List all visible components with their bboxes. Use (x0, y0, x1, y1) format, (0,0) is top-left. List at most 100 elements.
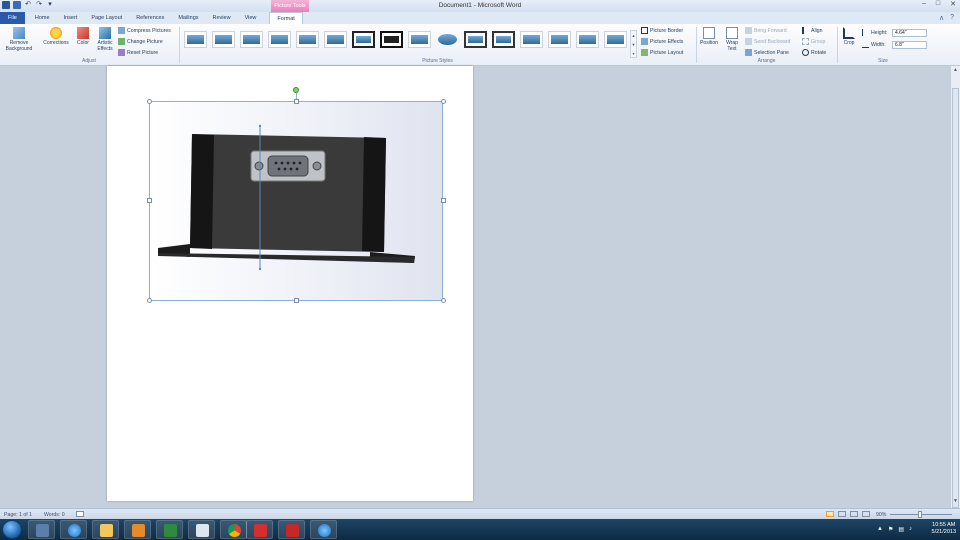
taskbar-app[interactable] (28, 520, 55, 539)
picture-style-thumb[interactable] (408, 31, 431, 48)
bring-forward-button[interactable]: Bring Forward (745, 27, 787, 34)
change-picture-button[interactable]: Change Picture (118, 38, 163, 45)
taskbar-app[interactable] (310, 520, 337, 539)
ribbon-tabs: File Home Insert Page Layout References … (0, 12, 960, 24)
taskbar-app[interactable] (92, 520, 119, 539)
artistic-effects-button[interactable]: Artistic Effects (94, 27, 116, 52)
taskbar-app[interactable] (188, 520, 215, 539)
tab-references[interactable]: References (129, 12, 171, 24)
taskbar-app[interactable] (156, 520, 183, 539)
media-player-icon (132, 524, 145, 537)
width-control: Width: (862, 41, 886, 48)
resize-handle[interactable] (147, 99, 152, 104)
outline-icon[interactable] (862, 511, 870, 517)
reset-picture-button[interactable]: Reset Picture (118, 49, 158, 56)
flag-icon[interactable]: ⚑ (888, 526, 893, 533)
help-icon[interactable]: ? (950, 14, 954, 22)
align-button[interactable]: Align (802, 27, 823, 34)
picture-style-thumb[interactable] (520, 31, 543, 48)
print-layout-icon[interactable] (826, 511, 834, 517)
tab-file[interactable]: File (0, 12, 25, 24)
corrections-button[interactable]: Corrections (40, 27, 72, 47)
picture-style-thumb[interactable] (576, 31, 599, 48)
resize-handle[interactable] (147, 298, 152, 303)
taskbar-app[interactable] (278, 520, 305, 539)
picture-style-thumb[interactable] (296, 31, 319, 48)
picture-style-thumb[interactable] (268, 31, 291, 48)
picture-style-thumb[interactable] (380, 31, 403, 48)
tab-insert[interactable]: Insert (57, 12, 85, 24)
minimize-button[interactable]: – (922, 0, 926, 8)
page-count[interactable]: Page: 1 of 1 (4, 512, 32, 518)
taskbar-app[interactable] (60, 520, 87, 539)
gallery-scroll[interactable]: ▲ ▼ ▾ (630, 30, 637, 58)
send-backward-button[interactable]: Send Backward (745, 38, 790, 45)
scrollbar-thumb[interactable] (952, 88, 959, 508)
scroll-down-icon[interactable]: ▼ (951, 498, 960, 504)
close-button[interactable]: ✕ (950, 0, 956, 8)
picture-effects-icon (641, 38, 648, 45)
scroll-up-icon[interactable]: ▲ (951, 67, 960, 73)
size-group-label: Size (878, 58, 888, 64)
folder-icon (100, 524, 113, 537)
group-button[interactable]: Group (802, 38, 825, 45)
resize-handle[interactable] (441, 99, 446, 104)
maximize-button[interactable]: □ (936, 0, 940, 8)
clock[interactable]: 10:55 AM 5/21/2013 (932, 522, 956, 536)
rotate-handle[interactable] (293, 87, 299, 93)
artistic-effects-icon (99, 27, 111, 39)
compress-pictures-button[interactable]: Compress Pictures (118, 27, 171, 34)
picture-effects-button[interactable]: Picture Effects (641, 38, 683, 45)
picture-style-thumb[interactable] (240, 31, 263, 48)
width-input[interactable]: 6.8" (892, 41, 927, 49)
selection-pane-button[interactable]: Selection Pane (745, 49, 789, 56)
picture-style-thumb[interactable] (352, 31, 375, 48)
word-count[interactable]: Words: 0 (44, 512, 65, 518)
tab-view[interactable]: View (238, 12, 264, 24)
resize-handle[interactable] (441, 298, 446, 303)
picture-style-thumb[interactable] (212, 31, 235, 48)
rotate-button[interactable]: Rotate (802, 49, 826, 56)
resize-handle[interactable] (441, 198, 446, 203)
height-input[interactable]: 4.64" (892, 29, 927, 37)
full-screen-icon[interactable] (838, 511, 846, 517)
picture-style-thumb[interactable] (492, 31, 515, 48)
resize-handle[interactable] (147, 198, 152, 203)
resize-handle[interactable] (294, 99, 299, 104)
picture-style-thumb[interactable] (464, 31, 487, 48)
picture-layout-button[interactable]: Picture Layout (641, 49, 683, 56)
tab-mailings[interactable]: Mailings (171, 12, 205, 24)
network-icon[interactable]: ▤ (898, 526, 904, 533)
zoom-slider-thumb[interactable] (918, 511, 922, 518)
taskbar-app[interactable] (220, 520, 247, 539)
tab-format[interactable]: Format (269, 12, 303, 24)
vertical-scrollbar[interactable]: ▲ ▼ (950, 66, 960, 508)
crop-button[interactable]: Crop (840, 27, 858, 47)
tab-review[interactable]: Review (206, 12, 238, 24)
group-icon (802, 38, 809, 45)
inserted-picture[interactable] (149, 101, 443, 301)
taskbar-app[interactable] (246, 520, 273, 539)
taskbar-app[interactable] (124, 520, 151, 539)
zoom-level[interactable]: 90% (876, 512, 886, 518)
picture-style-thumb[interactable] (548, 31, 571, 48)
position-button[interactable]: Position (698, 27, 720, 47)
picture-border-button[interactable]: Picture Border (641, 27, 683, 34)
picture-style-thumb[interactable] (324, 31, 347, 48)
picture-style-thumb[interactable] (604, 31, 627, 48)
color-button[interactable]: Color (73, 27, 93, 47)
tab-page-layout[interactable]: Page Layout (84, 12, 129, 24)
volume-icon[interactable]: ♪ (909, 526, 912, 533)
show-hidden-icons[interactable]: ▲ (877, 526, 883, 533)
picture-style-thumb[interactable] (436, 31, 459, 48)
wrap-text-button[interactable]: Wrap Text (722, 27, 742, 52)
tab-home[interactable]: Home (28, 12, 57, 24)
picture-style-thumb[interactable] (184, 31, 207, 48)
resize-handle[interactable] (294, 298, 299, 303)
start-button[interactable] (2, 520, 22, 539)
web-layout-icon[interactable] (850, 511, 858, 517)
reset-picture-icon (118, 49, 125, 56)
minimize-ribbon-icon[interactable]: ∧ (939, 14, 944, 22)
remove-background-button[interactable]: Remove Background (3, 27, 35, 52)
proofing-icon[interactable] (76, 511, 84, 517)
